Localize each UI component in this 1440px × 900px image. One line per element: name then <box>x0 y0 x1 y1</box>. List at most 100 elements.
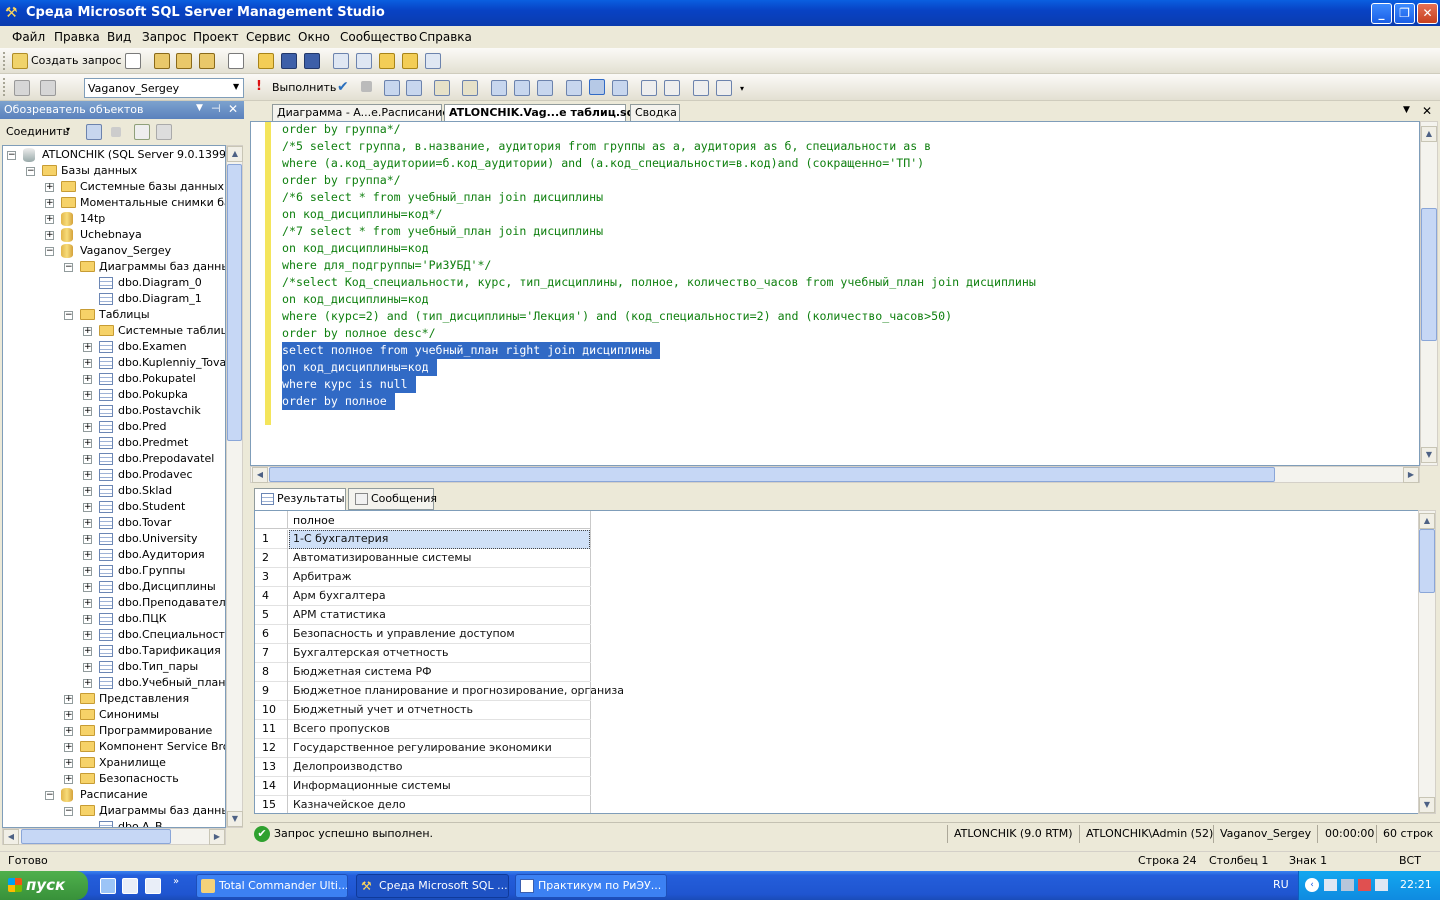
selected-code-line[interactable]: order by полное <box>282 393 395 410</box>
scroll-down-icon[interactable]: ▼ <box>1419 797 1435 813</box>
menu-edit[interactable]: Правка <box>54 30 100 44</box>
task-total-commander[interactable]: Total Commander Ulti... <box>196 874 348 898</box>
table-row[interactable]: 6 Безопасность и управление доступом <box>255 625 591 644</box>
connect-icon[interactable] <box>14 80 30 96</box>
change-connection-icon[interactable] <box>40 80 56 96</box>
toolbar-overflow-icon[interactable]: ▾ <box>740 84 744 93</box>
client-stats-icon[interactable] <box>514 80 530 96</box>
expand-icon[interactable]: + <box>83 487 92 496</box>
table-row[interactable]: 14 Информационные системы <box>255 777 591 796</box>
selected-code-line[interactable]: select полное from учебный_план right jo… <box>282 342 660 359</box>
table-row[interactable]: 7 Бухгалтерская отчетность <box>255 644 591 663</box>
new-item-icon[interactable] <box>228 53 244 69</box>
object-explorer-icon[interactable] <box>356 53 372 69</box>
code-line[interactable]: /*select Код_специальности, курс, тип_ди… <box>282 274 1036 291</box>
expand-icon[interactable]: + <box>64 759 73 768</box>
code-line[interactable]: where (а.код_аудитории=б.код_аудитории) … <box>282 155 924 172</box>
menu-query[interactable]: Запрос <box>142 30 186 44</box>
specify-values-icon[interactable] <box>462 80 478 96</box>
code-line[interactable]: order by группа*/ <box>282 172 401 189</box>
scroll-down-icon[interactable]: ▼ <box>1421 447 1437 463</box>
table-row[interactable]: 2 Автоматизированные системы <box>255 549 591 568</box>
expand-icon[interactable]: + <box>83 535 92 544</box>
expand-icon[interactable]: + <box>83 375 92 384</box>
scroll-thumb[interactable] <box>269 467 1275 482</box>
table-row[interactable]: 12 Государственное регулирование экономик… <box>255 739 591 758</box>
scroll-left-icon[interactable]: ◀ <box>252 467 268 483</box>
close-document-icon[interactable]: ✕ <box>1422 104 1432 118</box>
code-line[interactable]: where (курс=2) and (тип_дисциплины='Лекц… <box>282 308 952 325</box>
table-row[interactable]: 15 Казначейское дело <box>255 796 591 813</box>
scroll-down-icon[interactable]: ▼ <box>227 811 243 827</box>
table-row[interactable]: 5 АРМ статистика <box>255 606 591 625</box>
properties-icon[interactable] <box>402 53 418 69</box>
menu-tools[interactable]: Сервис <box>246 30 291 44</box>
expand-icon[interactable]: + <box>83 343 92 352</box>
refresh-icon[interactable] <box>134 124 150 140</box>
code-line[interactable]: order by группа*/ <box>282 121 401 138</box>
cell-value[interactable]: Бюджетная система РФ <box>293 663 432 681</box>
comment-out-icon[interactable] <box>641 80 657 96</box>
code-line[interactable]: on код_дисциплины=код <box>282 291 429 308</box>
cell-value[interactable]: Всего пропусков <box>293 720 390 738</box>
database-select[interactable]: Vaganov_Sergey ▼ <box>84 78 244 98</box>
query-designer-icon[interactable] <box>406 80 422 96</box>
code-line[interactable]: /*5 select группа, в.название, аудитория… <box>282 138 931 155</box>
toolbar-grip[interactable] <box>3 52 6 70</box>
table-row[interactable]: 3 Арбитраж <box>255 568 591 587</box>
cell-value[interactable]: Бюджетный учет и отчетность <box>293 701 473 719</box>
save-all-icon[interactable] <box>304 53 320 69</box>
scroll-up-icon[interactable]: ▲ <box>227 146 243 162</box>
scroll-thumb[interactable] <box>227 164 242 441</box>
toolbar-grip[interactable] <box>3 78 6 96</box>
cancel-query-icon[interactable] <box>361 81 372 92</box>
expand-icon[interactable]: + <box>64 743 73 752</box>
registered-servers-icon[interactable] <box>333 53 349 69</box>
expand-icon[interactable]: + <box>83 391 92 400</box>
expand-icon[interactable]: + <box>83 471 92 480</box>
volume-icon[interactable] <box>1341 879 1354 891</box>
expand-icon[interactable]: + <box>83 647 92 656</box>
expand-icon[interactable]: + <box>83 679 92 688</box>
new-query-button[interactable]: Создать запрос <box>31 54 122 67</box>
toolbox-icon[interactable] <box>425 53 441 69</box>
cell-value[interactable]: Арм бухгалтера <box>293 587 386 605</box>
quicklaunch-desktop-icon[interactable] <box>122 878 138 894</box>
quicklaunch-more-icon[interactable]: » <box>173 876 179 887</box>
code-line[interactable]: /*6 select * from учебный_план join дисц… <box>282 189 603 206</box>
new-file-icon[interactable] <box>125 53 141 69</box>
cell-value[interactable]: Бюджетное планирование и прогнозирование… <box>293 682 624 700</box>
table-row[interactable]: 8 Бюджетная система РФ <box>255 663 591 682</box>
database-engine-query-icon[interactable] <box>154 53 170 69</box>
collapse-icon[interactable]: − <box>64 311 73 320</box>
expand-icon[interactable]: + <box>83 583 92 592</box>
cell-value[interactable]: Государственное регулирование экономики <box>293 739 552 757</box>
scroll-thumb[interactable] <box>21 829 171 844</box>
tab-summary[interactable]: Сводка <box>630 104 680 122</box>
table-row[interactable]: 9 Бюджетное планирование и прогнозировани… <box>255 682 624 701</box>
collapse-icon[interactable]: − <box>7 151 16 160</box>
selected-code-line[interactable]: on код_дисциплины=код <box>282 359 437 376</box>
expand-icon[interactable]: + <box>45 183 54 192</box>
column-header[interactable]: полное <box>293 514 335 527</box>
cell-value[interactable]: АРМ статистика <box>293 606 386 624</box>
results-to-file-icon[interactable] <box>589 79 605 95</box>
increase-indent-icon[interactable] <box>716 80 732 96</box>
collapse-icon[interactable]: − <box>45 247 54 256</box>
tab-query-editor[interactable]: ATLONCHIK.Vag...е таблиц.sql* <box>444 104 644 122</box>
table-row[interactable]: 10 Бюджетный учет и отчетность <box>255 701 591 720</box>
results-to-text-icon[interactable] <box>537 80 553 96</box>
selected-code-line[interactable]: where курс is null <box>282 376 416 393</box>
analysis-query-icon[interactable] <box>176 53 192 69</box>
menu-window[interactable]: Окно <box>298 30 330 44</box>
quicklaunch-app-icon[interactable] <box>145 878 161 894</box>
expand-icon[interactable]: + <box>83 551 92 560</box>
scroll-up-icon[interactable]: ▲ <box>1421 126 1437 142</box>
code-line[interactable]: order by полное desc*/ <box>282 325 436 342</box>
disconnect-icon[interactable] <box>86 124 102 140</box>
expand-icon[interactable]: + <box>83 327 92 336</box>
execute-button[interactable]: Выполнить <box>272 81 336 94</box>
tray-app-icon[interactable] <box>1375 879 1388 891</box>
expand-icon[interactable]: + <box>45 215 54 224</box>
expand-icon[interactable]: + <box>64 727 73 736</box>
